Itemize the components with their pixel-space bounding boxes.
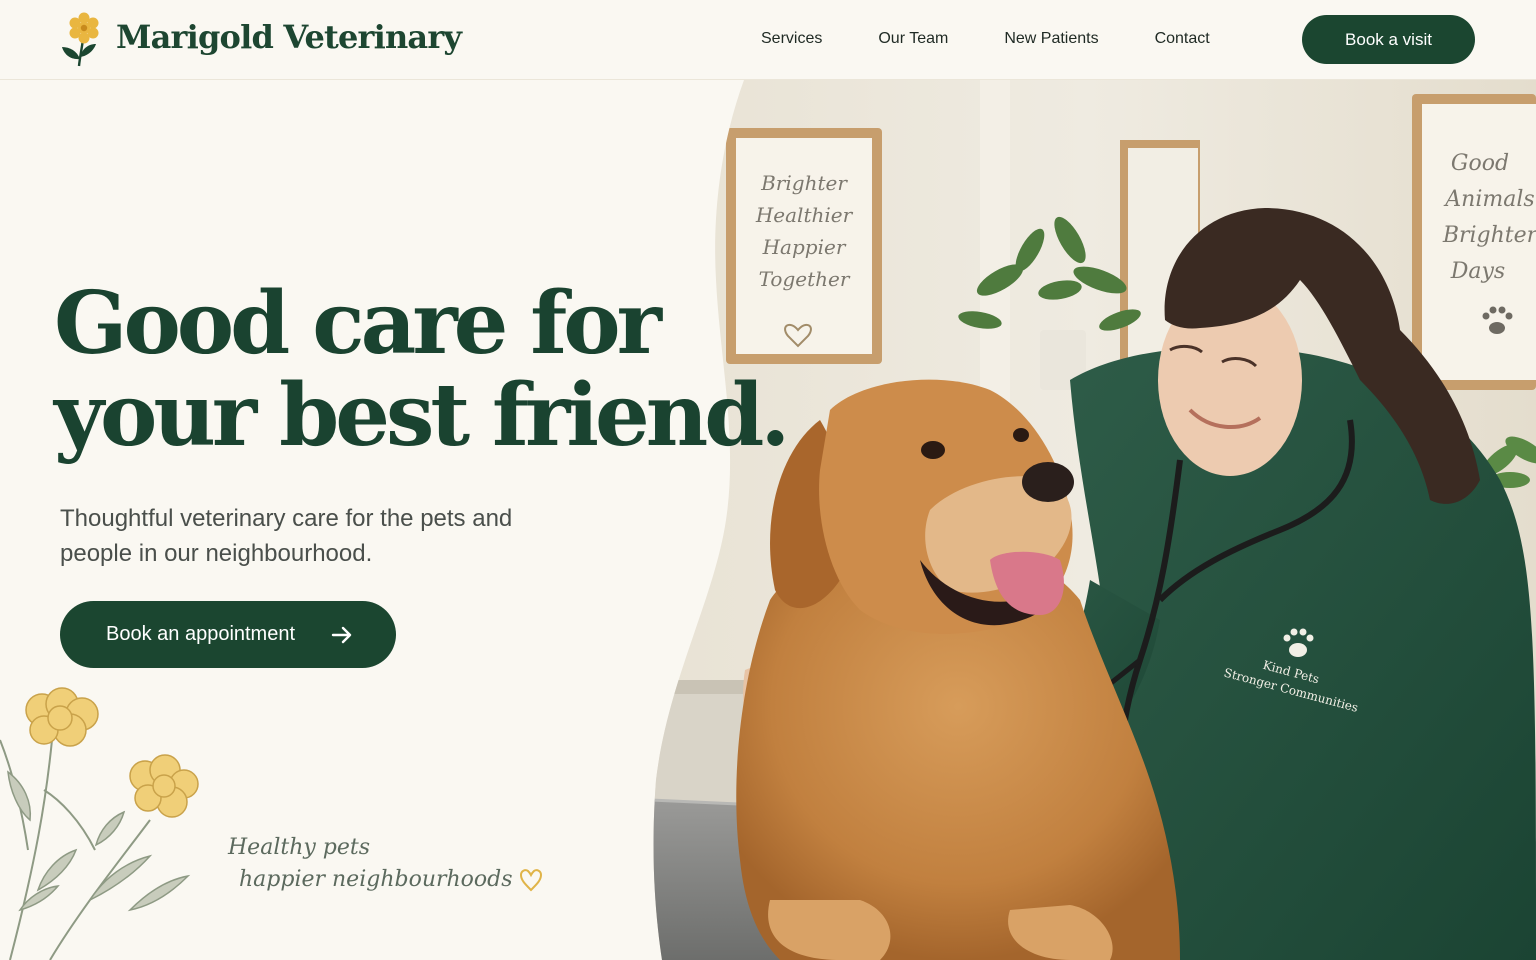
tagline-line-2: happier neighbourhoods <box>239 867 513 892</box>
svg-text:Healthier: Healthier <box>755 203 854 227</box>
tagline-line-2-row: happier neighbourhoods <box>228 864 543 896</box>
book-appointment-button[interactable]: Book an appointment <box>60 601 396 668</box>
nav-item-our-team[interactable]: Our Team <box>878 29 948 49</box>
svg-text:Animals: Animals <box>1443 187 1534 212</box>
nav-item-services[interactable]: Services <box>761 29 822 49</box>
nav-item-contact[interactable]: Contact <box>1155 29 1210 49</box>
svg-text:Happier: Happier <box>762 235 847 259</box>
hero-headline: Good care for your best friend. <box>54 273 790 466</box>
book-appointment-label: Book an appointment <box>106 623 296 645</box>
headline-line-1: Good care for <box>54 273 662 374</box>
site-header: Marigold Veterinary Services Our Team Ne… <box>0 0 1536 80</box>
svg-text:Brighter: Brighter <box>1442 223 1536 248</box>
arrow-right-icon <box>331 626 352 644</box>
main-nav: Services Our Team New Patients Contact <box>761 29 1210 49</box>
svg-text:Together: Together <box>759 267 851 291</box>
hero-subhead: Thoughtful veterinary care for the pets … <box>60 505 513 567</box>
tagline-line-1: Healthy pets <box>228 835 371 860</box>
brand-name: Marigold Veterinary <box>116 18 462 56</box>
svg-text:Brighter: Brighter <box>760 171 848 195</box>
svg-text:Days: Days <box>1450 259 1505 284</box>
marigold-sketch <box>0 687 199 960</box>
svg-text:Good: Good <box>1451 151 1509 176</box>
book-visit-button[interactable]: Book a visit <box>1302 15 1475 64</box>
nav-item-new-patients[interactable]: New Patients <box>1004 29 1098 49</box>
heart-icon <box>519 869 542 892</box>
logo[interactable]: Marigold Veterinary <box>58 12 462 68</box>
poster-right: Good Animals Brighter Days <box>1412 94 1536 390</box>
headline-line-2: your best friend. <box>54 365 790 466</box>
marigold-flower-icon <box>62 12 99 67</box>
handwritten-tagline: Healthy pets happier neighbourhoods <box>228 832 543 896</box>
